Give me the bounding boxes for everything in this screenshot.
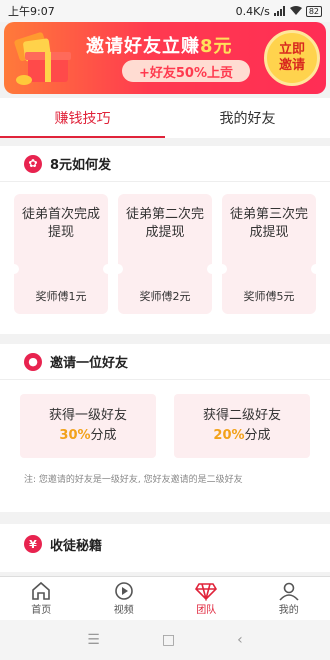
invite-now-button[interactable]: 立即 邀请 — [264, 30, 320, 86]
battery-indicator: 82 — [305, 5, 322, 17]
nav-team[interactable]: 团队 — [165, 577, 248, 620]
tab-my-friends[interactable]: 我的好友 — [165, 98, 330, 138]
first-level-card: 获得一级好友 30%分成 — [20, 394, 156, 458]
user-icon: ● — [24, 352, 42, 371]
tab-earning-tips[interactable]: 赚钱技巧 — [0, 98, 165, 138]
top-tabs: 赚钱技巧 我的好友 — [0, 98, 330, 138]
back-icon[interactable]: ‹ — [237, 632, 243, 648]
section-title: 收徒秘籍 — [50, 538, 103, 554]
home-square-icon[interactable]: □ — [162, 632, 175, 648]
section-invite-friend: ● 邀请一位好友 获得一级好友 30%分成 获得二级好友 20%分成 注: 您邀… — [0, 344, 330, 512]
section-title: 8元如何发 — [50, 158, 112, 173]
invite-banner[interactable]: 邀请好友立赚8元 +好友50%上贡 立即 邀请 — [4, 22, 326, 94]
system-nav-bar: ☰ □ ‹ — [0, 620, 330, 660]
bottom-tab-bar: 首页 视频 团队 我的 — [0, 576, 330, 620]
diamond-icon — [195, 583, 218, 601]
section-title: 邀请一位好友 — [50, 356, 129, 371]
network-speed: 0.4K/s — [235, 4, 270, 18]
nav-me[interactable]: 我的 — [248, 577, 330, 620]
second-level-card: 获得二级好友 20%分成 — [174, 394, 310, 458]
section-how-8-yuan: ✿ 8元如何发 徒弟首次完成提现 奖师傅1元 徒弟第二次完成提现 奖师傅2元 徒… — [0, 146, 330, 334]
banner-subtitle: +好友50%上贡 — [122, 60, 250, 82]
reward-ticket: 徒弟第二次完成提现 奖师傅2元 — [113, 194, 217, 314]
status-bar: 上午9:07 0.4K/s 82 — [0, 0, 330, 22]
gear-icon: ✿ — [24, 154, 42, 173]
reward-ticket: 徒弟首次完成提现 奖师傅1元 — [9, 194, 113, 314]
friend-level-note: 注: 您邀请的好友是一级好友, 您好友邀请的是二级好友 — [24, 475, 243, 485]
wifi-icon — [289, 6, 302, 15]
nav-video[interactable]: 视频 — [83, 577, 166, 620]
menu-icon[interactable]: ☰ — [87, 632, 100, 648]
banner-title: 邀请好友立赚8元 — [86, 36, 233, 57]
gift-box-icon — [14, 32, 71, 85]
home-icon — [32, 581, 51, 600]
status-time: 上午9:07 — [8, 5, 55, 18]
section-recruit-secrets: ¥ 收徒秘籍 — [0, 524, 330, 572]
nav-home[interactable]: 首页 — [0, 577, 83, 620]
user-icon — [279, 582, 299, 601]
signal-icon — [273, 6, 285, 16]
reward-ticket: 徒弟第三次完成提现 奖师傅5元 — [217, 194, 321, 314]
yen-icon: ¥ — [24, 535, 42, 553]
play-icon — [114, 582, 133, 600]
